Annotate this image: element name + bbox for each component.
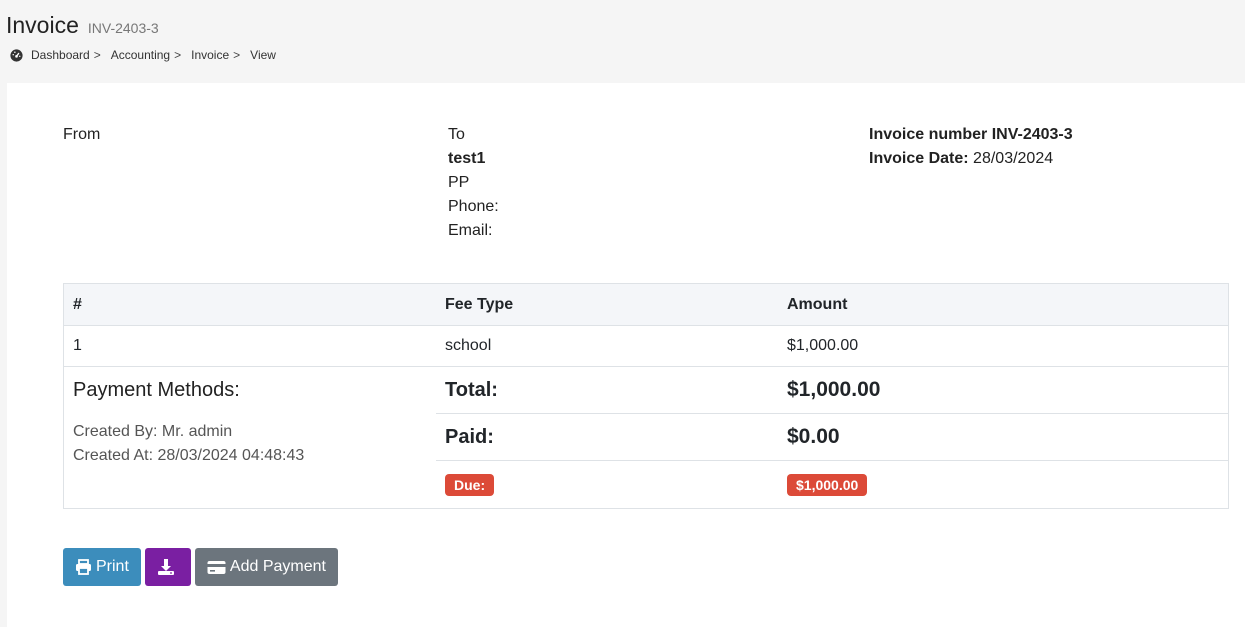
- breadcrumb-separator: >: [93, 48, 101, 62]
- breadcrumb-invoice[interactable]: Invoice: [191, 48, 229, 62]
- download-icon: [157, 559, 174, 575]
- summary-block: Payment Methods: Created By: Mr. admin C…: [64, 367, 1228, 508]
- created-by: Created By: Mr. admin: [73, 423, 233, 440]
- add-payment-button[interactable]: Add Payment: [194, 548, 338, 586]
- breadcrumb-dashboard[interactable]: Dashboard: [31, 48, 90, 62]
- row-fee-type: school: [445, 337, 492, 354]
- row-amount: $1,000.00: [787, 337, 859, 354]
- printer-icon: [76, 559, 91, 575]
- created-at: Created At: 28/03/2024 04:48:43: [73, 447, 305, 464]
- due-label-badge: Due:: [445, 473, 495, 496]
- page-header: Invoice INV-2403-3 Dashboard > Accountin…: [0, 0, 1245, 83]
- breadcrumb: Dashboard > Accounting > Invoice > View: [10, 48, 280, 62]
- due-row: Due: $1,000.00: [436, 461, 1228, 508]
- page-title: Invoice: [6, 12, 79, 38]
- total-value: $1,000.00: [787, 378, 881, 401]
- table-row: 1 school $1,000.00: [64, 326, 1228, 367]
- to-section: To test1 PP Phone: Email:: [448, 123, 499, 243]
- payment-info: Payment Methods: Created By: Mr. admin C…: [64, 367, 436, 508]
- breadcrumb-accounting[interactable]: Accounting: [111, 48, 170, 62]
- breadcrumb-separator: >: [233, 48, 241, 62]
- table-header: # Fee Type Amount: [64, 284, 1228, 326]
- invoice-table: # Fee Type Amount 1 school $1,000.00 Pay…: [63, 283, 1229, 509]
- to-name: test1: [448, 150, 486, 167]
- breadcrumb-separator: >: [174, 48, 182, 62]
- from-section: From: [63, 123, 100, 147]
- dashboard-icon: [10, 48, 23, 62]
- paid-value: $0.00: [787, 425, 840, 448]
- to-email: Email:: [448, 222, 493, 239]
- total-label: Total:: [445, 378, 498, 401]
- to-label: To: [448, 126, 465, 143]
- invoice-info: Invoice number INV-2403-3 Invoice Date: …: [869, 123, 1073, 171]
- header-fee-type: Fee Type: [445, 295, 514, 313]
- invoice-date-label: Invoice Date:: [869, 150, 969, 167]
- total-row: Total: $1,000.00: [436, 367, 1228, 414]
- download-button[interactable]: [144, 548, 191, 586]
- to-phone: Phone:: [448, 198, 499, 215]
- due-label-cell: Due:: [436, 473, 778, 496]
- row-num: 1: [73, 337, 82, 354]
- breadcrumb-view: View: [250, 48, 276, 62]
- invoice-date-value: 28/03/2024: [973, 150, 1054, 167]
- print-button[interactable]: Print: [63, 548, 141, 586]
- to-line2: PP: [448, 174, 470, 191]
- totals: Total: $1,000.00 Paid: $0.00 Due: $1,000…: [436, 367, 1228, 508]
- payment-methods-title: Payment Methods:: [73, 379, 240, 401]
- print-label: Print: [96, 558, 129, 575]
- from-label: From: [63, 126, 101, 143]
- invoice-number: Invoice number INV-2403-3: [869, 126, 1073, 143]
- invoice-date: Invoice Date: 28/03/2024: [869, 147, 1073, 171]
- page-subtitle: INV-2403-3: [87, 20, 159, 36]
- add-payment-label: Add Payment: [229, 558, 326, 575]
- action-buttons: Print Add Payment: [63, 548, 338, 586]
- credit-card-icon: [207, 560, 226, 574]
- paid-row: Paid: $0.00: [436, 414, 1228, 461]
- title-row: Invoice INV-2403-3: [6, 12, 159, 39]
- paid-label: Paid:: [445, 425, 494, 448]
- header-num: #: [73, 295, 82, 313]
- due-value-cell: $1,000.00: [778, 473, 868, 496]
- due-value-badge: $1,000.00: [787, 473, 868, 496]
- invoice-card: From To test1 PP Phone: Email: Invoice n…: [7, 83, 1245, 627]
- header-amount: Amount: [787, 295, 848, 313]
